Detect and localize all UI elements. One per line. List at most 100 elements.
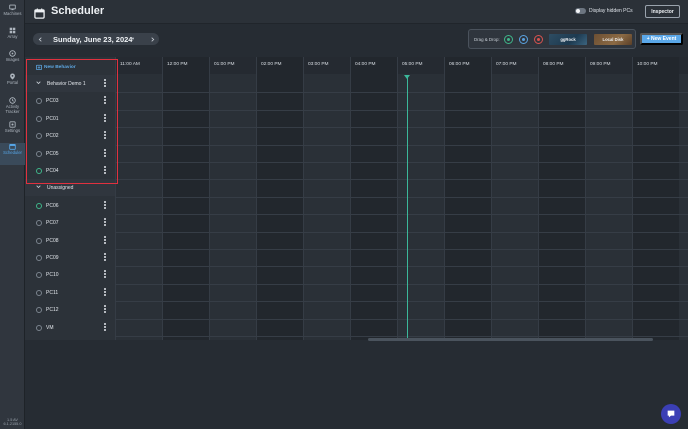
nav-item-images[interactable]: Images [0,50,25,72]
restart-action-icon[interactable] [519,35,528,44]
pc-name: PC09 [46,255,59,261]
grid-row-divider [25,92,688,94]
hour-label: 09:00 PM [590,62,611,67]
row-more-options-icon[interactable] [103,95,107,106]
shutdown-action-icon[interactable] [534,35,543,44]
activity-icon [9,97,16,104]
status-dot-icon [36,150,42,157]
group-row[interactable]: Unassigned [25,179,115,197]
row-more-options-icon[interactable] [103,217,107,228]
chevron-left-icon [38,36,42,42]
pc-row[interactable]: PC08 [25,232,115,249]
pc-row[interactable]: PC02 [25,127,115,144]
row-more-options-icon[interactable] [103,304,107,315]
grid-row-divider [25,214,688,216]
row-more-options-icon[interactable] [103,113,107,124]
new-event-button[interactable]: + New Event [640,33,683,45]
grid-row-divider [25,162,688,163]
current-date[interactable]: Sunday, June 23, 2024 [53,35,132,44]
inspector-button[interactable]: Inspector [645,5,680,18]
row-more-options-icon[interactable] [103,200,107,211]
calendar-icon [34,6,45,19]
nav-item-portal[interactable]: Portal [0,73,25,95]
chat-support-button[interactable] [661,404,681,424]
status-dot-icon [36,168,42,174]
scheduler-app: Machines Array Images Portal Activity Tr… [0,0,688,429]
hour-label: 05:00 PM [402,62,423,67]
pc-name: PC02 [46,133,59,140]
nav-item-activity-tracker[interactable]: Activity Tracker [0,97,25,117]
hour-label: 04:00 PM [355,62,376,67]
hour-column: 06:00 PM [444,57,491,340]
nav-item-label: Images [5,57,20,62]
hour-column: 08:00 PM [538,57,585,340]
hour-label: 12:00 PM [167,62,188,67]
pc-row[interactable]: PC06 [25,197,115,214]
hour-label: 07:00 PM [496,62,517,67]
pc-name: PC08 [46,237,59,244]
power-on-action-icon[interactable] [504,35,513,44]
next-day-button[interactable] [147,34,157,44]
grid-row-divider [25,283,688,285]
chat-icon [667,410,675,418]
grid-row-divider [25,144,688,146]
pc-row[interactable]: PC07 [25,214,115,231]
grid-row-divider [25,231,688,233]
chevron-down-icon[interactable] [36,80,41,87]
current-time-line [407,76,408,339]
gear-icon [9,121,16,128]
group-more-options-icon[interactable] [103,78,107,89]
row-more-options-icon[interactable] [103,287,107,298]
nav-item-label: Array [7,34,18,39]
monitor-icon [9,4,16,11]
status-dot-icon [36,115,42,122]
row-more-options-icon[interactable] [103,269,107,280]
hour-column: 02:00 PM [256,57,303,340]
nav-item-array[interactable]: Array [0,27,25,49]
pc-row[interactable]: PC11 [25,284,115,301]
chevron-right-icon [150,36,154,42]
chevron-down-icon[interactable] [36,184,41,191]
pc-name: PC12 [46,307,59,314]
pc-row[interactable]: PC12 [25,301,115,318]
pc-row[interactable]: PC03 [25,92,115,109]
hour-label: 03:00 PM [308,62,329,67]
drag-and-drop-label: Drag & Drop: [474,37,500,42]
status-dot-icon [36,220,42,227]
status-dot-icon [36,272,42,279]
group-row[interactable]: Behavior Demo 1 [25,75,115,92]
status-dot-icon [36,289,42,296]
row-more-options-icon[interactable] [103,148,107,159]
pc-row[interactable]: PC01 [25,110,115,127]
hour-label: 01:00 PM [214,62,235,67]
pc-name: PC01 [46,115,59,122]
hour-column: 10:00 PM [632,57,679,340]
new-behavior-label: New Behavior [44,64,76,70]
nav-item-scheduler[interactable]: Scheduler [0,143,25,165]
pc-row[interactable]: PC04 [25,162,115,179]
ggrock-boot-tile[interactable]: ggRock [549,34,587,45]
row-more-options-icon[interactable] [103,130,107,141]
row-more-options-icon[interactable] [103,252,107,263]
row-more-options-icon[interactable] [103,235,107,246]
nav-item-settings[interactable]: Settings [0,121,25,143]
page-title: Scheduler [51,5,105,17]
new-behavior-icon [36,64,42,70]
previous-day-button[interactable] [35,34,45,44]
pc-row[interactable]: VM [25,319,115,336]
schedule-grid[interactable]: 11:00 AM 12:00 PM 01:00 PM 02:00 PM 03:00 PM… [25,57,688,340]
pc-row[interactable]: PC05 [25,145,115,162]
pc-row[interactable]: PC10 [25,266,115,283]
local-disk-boot-tile[interactable]: Local Disk [594,34,632,45]
grid-row-divider [25,249,688,250]
nav-item-machines[interactable]: Machines [0,4,25,26]
row-more-options-icon[interactable] [103,322,107,333]
status-dot-icon [36,237,42,244]
page-header: Scheduler Display hidden PCs Inspector [25,0,688,24]
date-picker-caret-icon[interactable]: ▼ [131,36,135,41]
new-behavior-button[interactable]: New Behavior [36,64,76,70]
display-hidden-pcs-toggle[interactable] [575,8,586,14]
pc-row[interactable]: PC09 [25,249,115,266]
row-more-options-icon[interactable] [103,165,107,176]
horizontal-scrollbar[interactable] [368,338,653,341]
